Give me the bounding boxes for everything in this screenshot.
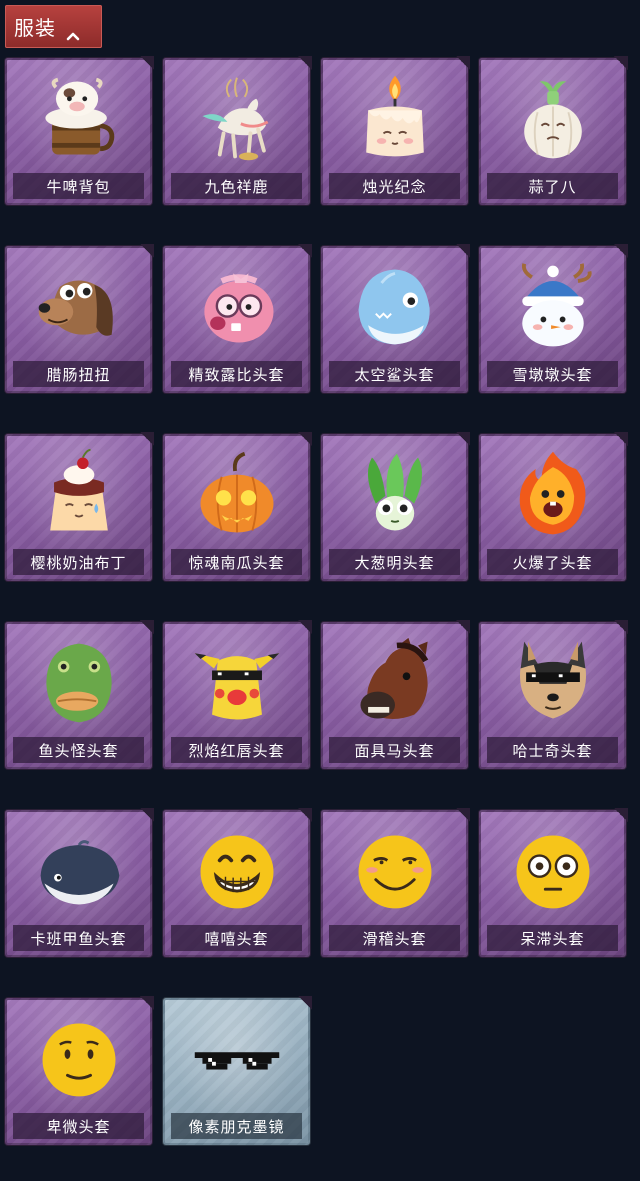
- costume-grid: 牛啤背包 九色祥鹿 烛光纪念 蒜了八 腊肠扭扭 精致露比头套 太空鲨头套 雪墩墩…: [5, 56, 628, 1145]
- deer-icon: [163, 68, 310, 168]
- costume-name: 像素朋克墨镜: [171, 1113, 302, 1139]
- costume-card[interactable]: 哈士奇头套: [479, 620, 628, 769]
- pudding-icon: [5, 444, 152, 544]
- costume-card[interactable]: 烈焰红唇头套: [163, 620, 312, 769]
- costume-card[interactable]: 大葱明头套: [321, 432, 470, 581]
- fireball-icon: [479, 444, 626, 544]
- costume-card[interactable]: 嘻嘻头套: [163, 808, 312, 957]
- snowman-icon: [479, 256, 626, 356]
- turtle-icon: [5, 820, 152, 920]
- pumpkin-icon: [163, 444, 310, 544]
- candle-icon: [321, 68, 468, 168]
- costume-card[interactable]: 精致露比头套: [163, 244, 312, 393]
- pixel-sunglasses-icon: [163, 1008, 310, 1108]
- costume-name: 卑微头套: [13, 1113, 144, 1139]
- costume-card[interactable]: 太空鲨头套: [321, 244, 470, 393]
- costume-card[interactable]: 像素朋克墨镜: [163, 996, 312, 1145]
- costume-name: 樱桃奶油布丁: [13, 549, 144, 575]
- costume-name: 卡班甲鱼头套: [13, 925, 144, 951]
- costume-name: 太空鲨头套: [329, 361, 460, 387]
- costume-name: 大葱明头套: [329, 549, 460, 575]
- costume-name: 烛光纪念: [329, 173, 460, 199]
- costume-name: 火爆了头套: [487, 549, 618, 575]
- costume-card[interactable]: 滑稽头套: [321, 808, 470, 957]
- husky-icon: [479, 632, 626, 732]
- garlic-icon: [479, 68, 626, 168]
- sausage-dog-icon: [5, 256, 152, 356]
- cow-beer-mug-icon: [5, 68, 152, 168]
- costume-name: 哈士奇头套: [487, 737, 618, 763]
- costume-name: 九色祥鹿: [171, 173, 302, 199]
- costume-name: 腊肠扭扭: [13, 361, 144, 387]
- costume-card[interactable]: 烛光纪念: [321, 56, 470, 205]
- costume-name: 滑稽头套: [329, 925, 460, 951]
- costume-name: 牛啤背包: [13, 173, 144, 199]
- horse-mask-icon: [321, 632, 468, 732]
- scallion-icon: [321, 444, 468, 544]
- costume-name: 面具马头套: [329, 737, 460, 763]
- costume-card[interactable]: 卡班甲鱼头套: [5, 808, 154, 957]
- fish-head-icon: [5, 632, 152, 732]
- costume-card[interactable]: 火爆了头套: [479, 432, 628, 581]
- costume-name: 鱼头怪头套: [13, 737, 144, 763]
- costume-tab[interactable]: 服装: [5, 5, 102, 48]
- costume-card[interactable]: 雪墩墩头套: [479, 244, 628, 393]
- dazed-emoji-icon: [479, 820, 626, 920]
- costume-card[interactable]: 九色祥鹿: [163, 56, 312, 205]
- costume-name: 呆滞头套: [487, 925, 618, 951]
- costume-card[interactable]: 面具马头套: [321, 620, 470, 769]
- humble-emoji-icon: [5, 1008, 152, 1108]
- costume-name: 嘻嘻头套: [171, 925, 302, 951]
- costume-name: 烈焰红唇头套: [171, 737, 302, 763]
- costume-card[interactable]: 鱼头怪头套: [5, 620, 154, 769]
- costume-card[interactable]: 牛啤背包: [5, 56, 154, 205]
- costume-card[interactable]: 腊肠扭扭: [5, 244, 154, 393]
- costume-card[interactable]: 蒜了八: [479, 56, 628, 205]
- costume-name: 蒜了八: [487, 173, 618, 199]
- pikachu-lips-icon: [163, 632, 310, 732]
- costume-card[interactable]: 呆滞头套: [479, 808, 628, 957]
- costume-name: 精致露比头套: [171, 361, 302, 387]
- costume-tab-label: 服装: [14, 16, 56, 40]
- grin-emoji-icon: [163, 820, 310, 920]
- chevron-up-icon: [66, 22, 80, 40]
- costume-name: 惊魂南瓜头套: [171, 549, 302, 575]
- pink-beaver-icon: [163, 256, 310, 356]
- costume-card[interactable]: 惊魂南瓜头套: [163, 432, 312, 581]
- smirk-emoji-icon: [321, 820, 468, 920]
- costume-name: 雪墩墩头套: [487, 361, 618, 387]
- shark-icon: [321, 256, 468, 356]
- costume-card[interactable]: 卑微头套: [5, 996, 154, 1145]
- costume-card[interactable]: 樱桃奶油布丁: [5, 432, 154, 581]
